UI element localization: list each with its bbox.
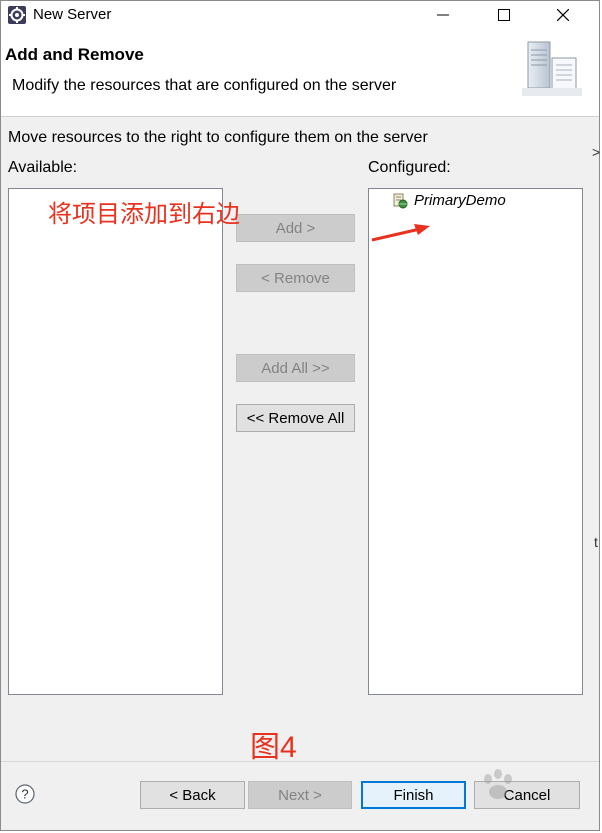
figure-label: 图4 (250, 731, 297, 764)
instruction-text: Move resources to the right to configure… (8, 129, 428, 146)
add-button[interactable]: Add > (236, 214, 355, 242)
web-project-icon (393, 193, 408, 208)
watermark-logo (484, 769, 512, 799)
wizard-header (1, 31, 599, 115)
page-description: Modify the resources that are configured… (12, 77, 397, 94)
background-fragment-2: t (594, 534, 598, 550)
back-button[interactable]: < Back (140, 781, 245, 809)
maximize-icon[interactable] (481, 1, 527, 29)
background-fragment: > (592, 144, 601, 160)
window-title: New Server (33, 6, 112, 23)
configured-list[interactable] (368, 188, 583, 695)
server-wizard-icon (522, 41, 582, 96)
finish-button[interactable]: Finish (361, 781, 466, 809)
add-all-button[interactable]: Add All >> (236, 354, 355, 382)
page-title: Add and Remove (5, 45, 144, 64)
eclipse-gear-icon (8, 6, 26, 24)
close-icon[interactable] (540, 1, 586, 29)
remove-all-button[interactable]: << Remove All (236, 404, 355, 432)
help-icon[interactable]: ? (15, 784, 35, 804)
available-list[interactable] (8, 188, 223, 695)
annotation-arrow-icon (371, 224, 430, 242)
minimize-icon[interactable] (420, 1, 466, 29)
remove-button[interactable]: < Remove (236, 264, 355, 292)
annotation-note: 将项目添加到右边 (48, 201, 240, 228)
svg-text:?: ? (21, 787, 28, 802)
available-label: Available: (8, 159, 78, 176)
next-button[interactable]: Next > (248, 781, 352, 809)
configured-label: Configured: (368, 159, 451, 176)
configured-item-label: PrimaryDemo (414, 192, 506, 209)
configured-item[interactable]: PrimaryDemo (392, 192, 506, 209)
